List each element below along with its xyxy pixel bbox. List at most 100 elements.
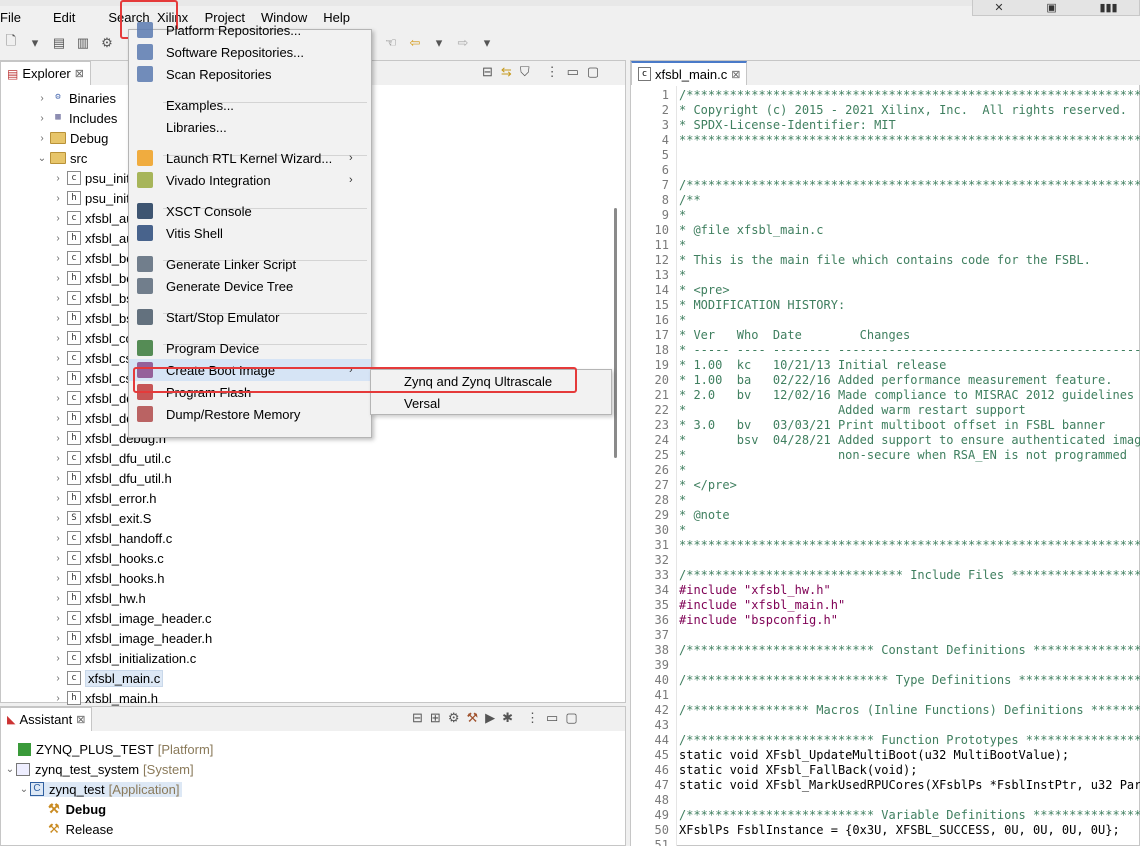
tree-item[interactable]: › h xfsbl_main.h (52, 688, 158, 708)
restore-icon[interactable]: ▣ (1046, 1, 1056, 14)
menu-item-dump-restore-memory[interactable]: Dump/Restore Memory (129, 403, 371, 425)
menu-item-scan-repositories[interactable]: Scan Repositories (129, 63, 371, 85)
tree-item[interactable]: › h xfsbl_hooks.h (52, 568, 164, 588)
assistant-item-release[interactable]: ⚒ Release (48, 819, 113, 839)
settings-icon[interactable]: ⚙ (448, 710, 460, 726)
tree-item[interactable]: › Sxfsbl_exit.S (52, 508, 151, 528)
chevron-right-icon[interactable]: › (52, 553, 64, 564)
dropdown-icon[interactable]: ▾ (26, 34, 44, 52)
chevron-right-icon[interactable]: › (52, 233, 64, 244)
tree-item[interactable]: › c xfsbl_image_header.c (52, 608, 211, 628)
chevron-right-icon[interactable]: › (52, 293, 64, 304)
tree-item[interactable]: › c xfsbl_hooks.c (52, 548, 163, 568)
add-icon[interactable]: ⊞ (430, 710, 441, 726)
tree-item[interactable]: › h xfsbl_cs (52, 368, 132, 388)
chevron-right-icon[interactable]: › (36, 93, 48, 104)
minimize-view-icon[interactable]: ▭ (567, 64, 579, 80)
filter-icon[interactable]: ⛉ (520, 64, 530, 80)
chevron-right-icon[interactable]: › (52, 473, 64, 484)
chevron-right-icon[interactable]: › (52, 193, 64, 204)
chevron-right-icon[interactable]: › (52, 273, 64, 284)
tree-item[interactable]: › h xfsbl_error.h (52, 488, 156, 508)
chevron-down-icon[interactable]: ⌄ (4, 764, 16, 775)
chevron-right-icon[interactable]: › (52, 613, 64, 624)
menu-item-platform-repositories[interactable]: Platform Repositories... (129, 19, 371, 41)
tree-item[interactable]: › c xfsbl_dfu_util.c (52, 448, 171, 468)
build-hammer-icon[interactable]: ⚒ (466, 710, 478, 726)
close-tab-icon[interactable]: ⊠ (76, 713, 85, 726)
editor-tab[interactable]: c xfsbl_main.c ⊠ (631, 61, 748, 85)
tree-item[interactable]: › c xfsbl_main.c (52, 668, 164, 688)
tree-item[interactable]: › h xfsbl_hw.h (52, 588, 145, 608)
tree-item[interactable]: › c xfsbl_bs (52, 288, 132, 308)
chevron-right-icon[interactable]: › (52, 373, 64, 384)
menu-item-start-stop-emulator[interactable]: Start/Stop Emulator (129, 306, 371, 328)
menu-edit[interactable]: Edit (29, 7, 83, 29)
tree-item[interactable]: › c psu_init (52, 168, 129, 188)
tree-item[interactable]: › h xfsbl_bo (52, 268, 133, 288)
tree-item[interactable]: › ⚙ Binaries (36, 88, 116, 108)
menu-item-generate-device-tree[interactable]: Generate Device Tree (129, 275, 371, 297)
menu-item-libraries[interactable]: Libraries... (129, 116, 371, 138)
chevron-right-icon[interactable]: › (36, 113, 48, 124)
chevron-right-icon[interactable]: › (52, 313, 64, 324)
menu-item-vivado-integration[interactable]: Vivado Integration › (129, 169, 371, 191)
tree-item[interactable]: › h psu_init (52, 188, 129, 208)
maximize-view-icon[interactable]: ▢ (587, 64, 599, 80)
assistant-item-application[interactable]: ⌄ C zynq_test [Application] (18, 779, 183, 799)
explorer-tab[interactable]: ▤ Explorer ⊠ (0, 61, 91, 85)
chevron-down-icon[interactable]: ⌄ (18, 784, 30, 795)
link-editor-icon[interactable]: ⇆ (501, 64, 512, 80)
menu-item-xsct-console[interactable]: XSCT Console (129, 200, 371, 222)
chevron-right-icon[interactable]: › (52, 353, 64, 364)
build-icon[interactable]: ⚙ (98, 34, 116, 52)
debug-icon[interactable]: ✱ (502, 710, 513, 726)
chevron-right-icon[interactable]: › (52, 433, 64, 444)
chevron-down-icon[interactable]: ⌄ (36, 153, 48, 164)
chevron-right-icon[interactable]: › (52, 593, 64, 604)
menu-item-vitis-shell[interactable]: Vitis Shell (129, 222, 371, 244)
tree-item[interactable]: › c xfsbl_initialization.c (52, 648, 196, 668)
menu-file[interactable]: File (0, 7, 29, 29)
tree-item[interactable]: › ▦ Includes (36, 108, 117, 128)
chevron-right-icon[interactable]: › (52, 533, 64, 544)
view-menu-icon[interactable]: ⋮ (526, 710, 539, 726)
tree-item[interactable]: ⌄ src (36, 148, 88, 168)
collapse-icon[interactable]: ⊟ (412, 710, 423, 726)
forward-dropdown-icon[interactable]: ▾ (478, 34, 496, 52)
chevron-right-icon[interactable]: › (52, 513, 64, 524)
tree-item[interactable]: › c xfsbl_cs (52, 348, 132, 368)
submenu-item-versal[interactable]: Versal (404, 393, 440, 415)
chevron-right-icon[interactable]: › (52, 673, 64, 684)
tree-item[interactable]: › c xfsbl_dd (52, 388, 133, 408)
save-icon[interactable]: ▤ (50, 34, 68, 52)
save-all-icon[interactable]: ▥ (74, 34, 92, 52)
close-tab-icon[interactable]: ⊠ (75, 67, 84, 80)
chevron-right-icon[interactable]: › (36, 133, 48, 144)
tree-item[interactable]: › h xfsbl_dd (52, 408, 133, 428)
collapse-all-icon[interactable]: ⊟ (482, 64, 493, 80)
tree-item[interactable]: › c xfsbl_handoff.c (52, 528, 172, 548)
tree-item[interactable]: › h xfsbl_co (52, 328, 132, 348)
chevron-right-icon[interactable]: › (52, 333, 64, 344)
new-icon[interactable]: 🗋 (2, 33, 20, 52)
menu-item-software-repositories[interactable]: Software Repositories... (129, 41, 371, 63)
assistant-item-system[interactable]: ⌄ zynq_test_system [System] (4, 759, 194, 779)
chevron-right-icon[interactable]: › (52, 413, 64, 424)
chevron-right-icon[interactable]: › (52, 693, 64, 704)
tree-item[interactable]: › c xfsbl_au (52, 208, 133, 228)
nav-icon[interactable]: ☜ (382, 34, 400, 52)
chevron-right-icon[interactable]: › (52, 393, 64, 404)
explorer-scrollbar[interactable] (614, 208, 617, 458)
back-dropdown-icon[interactable]: ▾ (430, 34, 448, 52)
chevron-right-icon[interactable]: › (52, 493, 64, 504)
back-icon[interactable]: ⇦ (406, 34, 424, 52)
chevron-right-icon[interactable]: › (52, 173, 64, 184)
run-icon[interactable]: ▶ (485, 710, 495, 726)
tree-item[interactable]: › h xfsbl_dfu_util.h (52, 468, 171, 488)
menu-item-examples[interactable]: Examples... (129, 94, 371, 116)
chevron-right-icon[interactable]: › (52, 653, 64, 664)
minimize-icon[interactable]: ✕ (994, 1, 1003, 14)
tree-item[interactable]: › c xfsbl_bo (52, 248, 133, 268)
tree-item[interactable]: › h xfsbl_bs (52, 308, 132, 328)
